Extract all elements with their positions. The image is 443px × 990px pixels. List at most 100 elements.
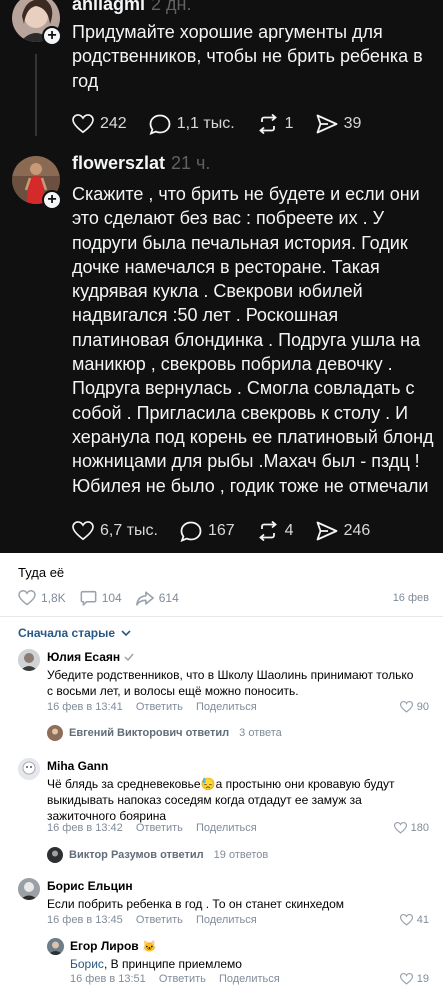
comment-author[interactable]: Борис Ельцин	[47, 879, 133, 893]
share-arrow-icon	[135, 590, 154, 606]
share-button[interactable]: 39	[316, 114, 362, 134]
username-text[interactable]: anilagmi	[72, 0, 145, 14]
verified-check-icon	[124, 653, 134, 661]
comment-author[interactable]: Юлия Есаян	[47, 650, 134, 664]
divider	[0, 616, 443, 617]
comment-count: 104	[101, 591, 122, 605]
comment-like-count: 41	[416, 914, 429, 926]
comment-author[interactable]: Егор Лиров 🐱	[70, 939, 156, 953]
heart-icon	[393, 822, 407, 834]
replies-summary[interactable]: Евгений Викторович ответил 3 ответа	[47, 725, 282, 741]
heart-icon	[18, 590, 36, 606]
repost-button[interactable]: 4	[257, 521, 294, 541]
comment-like-button[interactable]: 41	[399, 914, 429, 926]
author-name[interactable]: Miha Gann	[47, 759, 108, 773]
replied-by[interactable]: Виктор Разумов ответил	[69, 849, 204, 861]
share-link[interactable]: Поделиться	[196, 822, 257, 834]
comment-like-count: 90	[416, 701, 429, 713]
mention-link[interactable]: Борис	[70, 957, 104, 971]
post-actions: 242 1,1 тыс. 1 39	[72, 111, 383, 137]
share-link[interactable]: Поделиться	[196, 701, 257, 713]
reply-button[interactable]: Ответить	[159, 973, 206, 985]
username-text[interactable]: flowerszlat	[72, 153, 165, 173]
reply-button[interactable]: Ответить	[136, 701, 183, 713]
like-button[interactable]: 1,8K	[18, 590, 66, 606]
share-link[interactable]: Поделиться	[196, 914, 257, 926]
repost-count: 1	[284, 115, 294, 132]
comment-meta: 16 фев в 13:45 Ответить Поделиться	[47, 914, 267, 926]
share-link[interactable]: Поделиться	[219, 973, 280, 985]
comment-icon	[80, 590, 97, 606]
comment-like-count: 19	[416, 973, 429, 985]
replies-summary[interactable]: Виктор Разумов ответил 19 ответов	[47, 847, 268, 863]
comment-button[interactable]: 104	[80, 590, 122, 606]
send-icon	[316, 114, 337, 134]
post-text: Придумайте хорошие аргументы для родстве…	[72, 22, 423, 91]
follow-plus-icon[interactable]: +	[42, 26, 62, 46]
comment-time[interactable]: 16 фев в 13:45	[47, 914, 123, 926]
heart-icon	[399, 701, 413, 713]
comment-like-button[interactable]: 19	[399, 973, 429, 985]
like-button[interactable]: 242	[72, 114, 127, 134]
share-button[interactable]: 614	[135, 590, 179, 606]
post-text: Скажите , что брить не будете и если они…	[72, 184, 434, 496]
cat-emoji-icon: 🐱	[142, 940, 157, 953]
comment-text-part: Чё блядь за средневековье	[47, 777, 201, 791]
post-date[interactable]: 16 фев	[393, 592, 429, 604]
reply-count[interactable]: 19 ответов	[214, 849, 269, 861]
comment-text: Убедите родственников, что в Школу Шаоли…	[47, 668, 414, 698]
share-count: 614	[158, 591, 179, 605]
reply-count[interactable]: 3 ответа	[239, 727, 282, 739]
replied-by[interactable]: Евгений Викторович ответил	[69, 727, 229, 739]
avatar[interactable]	[18, 649, 40, 671]
avatar[interactable]	[18, 758, 40, 780]
comment-time[interactable]: 16 фев в 13:42	[47, 822, 123, 834]
like-count: 6,7 тыс.	[100, 522, 158, 539]
sort-label[interactable]: Сначала старые	[18, 626, 115, 640]
like-button[interactable]: 6,7 тыс.	[72, 521, 158, 541]
vk-post: Туда её 1,8K 104 614 16 фев Сначала стар…	[0, 553, 443, 990]
comment-like-button[interactable]: 180	[393, 822, 429, 834]
avatar[interactable]	[47, 938, 64, 955]
comment-button[interactable]: 1,1 тыс.	[149, 114, 235, 135]
repost-icon	[258, 114, 277, 134]
comment-text: Если побрить ребенка в год . То он стане…	[47, 897, 345, 911]
comment-author[interactable]: Miha Gann	[47, 759, 108, 773]
comment-like-button[interactable]: 90	[399, 701, 429, 713]
comment-time[interactable]: 16 фев в 13:41	[47, 701, 123, 713]
reply-button[interactable]: Ответить	[136, 822, 183, 834]
comment-button[interactable]: 167	[180, 521, 235, 542]
follow-plus-icon[interactable]: +	[42, 190, 62, 210]
post-username[interactable]: flowerszlat 21 ч.	[72, 153, 210, 174]
share-button[interactable]: 246	[316, 521, 371, 541]
comment-count: 167	[207, 522, 235, 539]
author-name[interactable]: Егор Лиров	[70, 939, 139, 953]
heart-icon	[399, 973, 413, 985]
like-count: 242	[100, 115, 127, 132]
heart-icon	[399, 914, 413, 926]
sweat-emoji-icon: 😓	[200, 777, 216, 791]
share-count: 39	[343, 115, 362, 132]
post-time: 21 ч.	[171, 153, 211, 173]
comment-time[interactable]: 16 фев в 13:51	[70, 973, 146, 985]
comment-count: 1,1 тыс.	[176, 115, 235, 132]
author-name[interactable]: Борис Ельцин	[47, 879, 133, 893]
send-icon	[316, 521, 337, 541]
comment-bubble-icon	[149, 114, 171, 135]
post-actions: 6,7 тыс. 167 4 246	[72, 518, 392, 544]
comment-meta: 16 фев в 13:51 Ответить Поделиться	[70, 973, 290, 985]
reply-button[interactable]: Ответить	[136, 914, 183, 926]
post-username[interactable]: anilagmi 2 дн.	[72, 0, 192, 15]
share-count: 246	[343, 522, 371, 539]
avatar[interactable]	[18, 878, 40, 900]
author-name[interactable]: Юлия Есаян	[47, 650, 120, 664]
repost-count: 4	[284, 522, 294, 539]
thread-line	[35, 54, 37, 136]
threads-screenshot: + anilagmi 2 дн. Придумайте хорошие аргум…	[0, 0, 443, 553]
comment-meta: 16 фев в 13:42 Ответить Поделиться	[47, 822, 267, 834]
sort-dropdown[interactable]: Сначала старые	[18, 626, 131, 640]
like-count: 1,8K	[41, 591, 66, 605]
comment-text: Борис, В принципе приемлемо	[70, 956, 410, 972]
avatar	[47, 847, 63, 863]
repost-button[interactable]: 1	[257, 114, 294, 134]
